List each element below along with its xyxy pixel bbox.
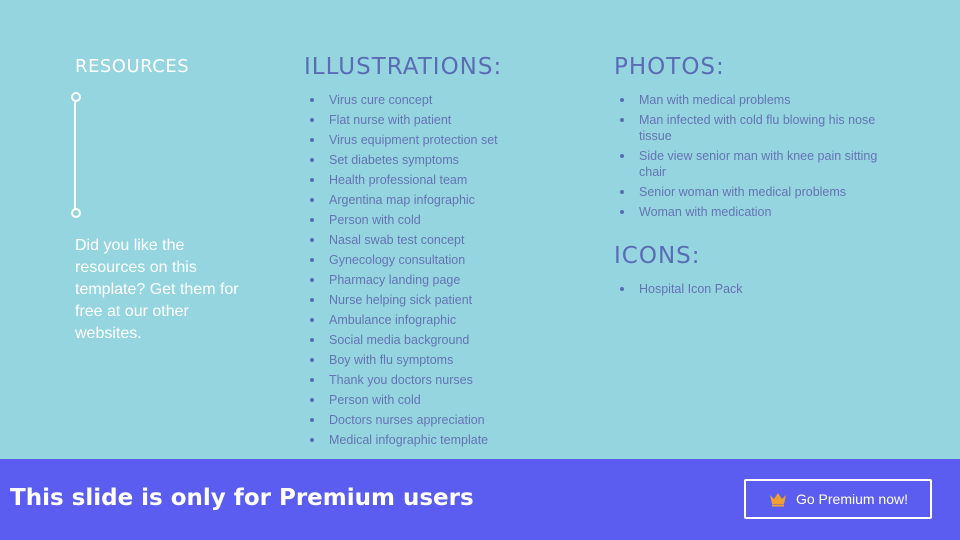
list-item: Man infected with cold flu blowing his n…: [615, 112, 885, 144]
photos-list: Man with medical problems Man infected wi…: [615, 92, 885, 224]
list-item-label: Boy with flu symptoms: [329, 353, 454, 367]
list-item: Pharmacy landing page: [305, 272, 545, 288]
timeline-dot-top: [71, 92, 81, 102]
bullet-icon: [310, 198, 314, 202]
bullet-icon: [310, 178, 314, 182]
list-item: Boy with flu symptoms: [305, 352, 545, 368]
bullet-icon: [310, 338, 314, 342]
bullet-icon: [620, 118, 624, 122]
list-item: Hospital Icon Pack: [615, 281, 885, 297]
list-item-label: Flat nurse with patient: [329, 113, 452, 127]
bullet-icon: [310, 398, 314, 402]
list-item-label: Health professional team: [329, 173, 468, 187]
bullet-icon: [310, 418, 314, 422]
list-item: Nasal swab test concept: [305, 232, 545, 248]
bullet-icon: [310, 298, 314, 302]
resources-description: Did you like the resources on this templ…: [75, 237, 239, 342]
bullet-icon: [620, 154, 624, 158]
list-item-label: Nurse helping sick patient: [329, 293, 473, 307]
list-item: Woman with medication: [615, 204, 885, 220]
timeline-decoration: [70, 92, 82, 220]
list-item: Person with cold: [305, 392, 545, 408]
list-item-label: Medical infographic template: [329, 433, 489, 447]
go-premium-label: Go Premium now!: [795, 491, 909, 507]
list-item: Nurse helping sick patient: [305, 292, 545, 308]
bullet-icon: [310, 258, 314, 262]
icons-list: Hospital Icon Pack: [615, 281, 885, 301]
go-premium-button[interactable]: Go Premium now!: [744, 479, 932, 519]
list-item-label: Person with cold: [329, 213, 421, 227]
bullet-icon: [310, 318, 314, 322]
illustrations-heading: ILLUSTRATIONS:: [304, 54, 503, 80]
bullet-icon: [310, 138, 314, 142]
list-item-label: Argentina map infographic: [329, 193, 475, 207]
list-item: Man with medical problems: [615, 92, 885, 108]
list-item: Person with cold: [305, 212, 545, 228]
bullet-icon: [310, 158, 314, 162]
list-item-label: Gynecology consultation: [329, 253, 466, 267]
bullet-icon: [310, 438, 314, 442]
list-item: Thank you doctors nurses: [305, 372, 545, 388]
list-item-label: Woman with medication: [639, 205, 772, 219]
bullet-icon: [310, 98, 314, 102]
list-item-label: Man infected with cold flu blowing his n…: [639, 113, 876, 143]
list-item-label: Person with cold: [329, 393, 421, 407]
list-item: Medical infographic template: [305, 432, 545, 448]
list-item: Senior woman with medical problems: [615, 184, 885, 200]
bullet-icon: [310, 278, 314, 282]
bullet-icon: [310, 358, 314, 362]
list-item: Gynecology consultation: [305, 252, 545, 268]
bullet-icon: [620, 190, 624, 194]
list-item: Health professional team: [305, 172, 545, 188]
bullet-icon: [310, 238, 314, 242]
bullet-icon: [310, 378, 314, 382]
resources-title: RESOURCES: [75, 56, 190, 77]
list-item: Doctors nurses appreciation: [305, 412, 545, 428]
list-item: Set diabetes symptoms: [305, 152, 545, 168]
list-item-label: Side view senior man with knee pain sitt…: [639, 149, 878, 179]
list-item: Virus cure concept: [305, 92, 545, 108]
bullet-icon: [620, 98, 624, 102]
bullet-icon: [620, 210, 624, 214]
list-item-label: Doctors nurses appreciation: [329, 413, 485, 427]
list-item-label: Ambulance infographic: [329, 313, 457, 327]
premium-banner-text: This slide is only for Premium users: [10, 485, 474, 511]
list-item: Social media background: [305, 332, 545, 348]
list-item-label: Set diabetes symptoms: [329, 153, 459, 167]
list-item-label: Thank you doctors nurses: [329, 373, 473, 387]
list-item-label: Senior woman with medical problems: [639, 185, 847, 199]
bullet-icon: [620, 287, 624, 291]
list-item-label: Social media background: [329, 333, 470, 347]
icons-heading: ICONS:: [614, 243, 701, 269]
premium-banner: This slide is only for Premium users Go …: [0, 459, 960, 540]
bullet-icon: [310, 218, 314, 222]
list-item-label: Pharmacy landing page: [329, 273, 461, 287]
list-item: Argentina map infographic: [305, 192, 545, 208]
timeline-line: [74, 102, 76, 212]
crown-icon: [769, 493, 786, 507]
list-item: Flat nurse with patient: [305, 112, 545, 128]
timeline-dot-bottom: [71, 208, 81, 218]
list-item-label: Virus cure concept: [329, 93, 433, 107]
list-item: Ambulance infographic: [305, 312, 545, 328]
list-item-label: Nasal swab test concept: [329, 233, 465, 247]
slide: RESOURCES Did you like the resources on …: [0, 0, 960, 459]
list-item-label: Man with medical problems: [639, 93, 791, 107]
list-item: Virus equipment protection set: [305, 132, 545, 148]
list-item: Side view senior man with knee pain sitt…: [615, 148, 885, 180]
list-item-label: Virus equipment protection set: [329, 133, 498, 147]
photos-heading: PHOTOS:: [614, 54, 725, 80]
list-item-label: Hospital Icon Pack: [639, 282, 743, 296]
illustrations-list: Virus cure concept Flat nurse with patien…: [305, 92, 545, 452]
bullet-icon: [310, 118, 314, 122]
